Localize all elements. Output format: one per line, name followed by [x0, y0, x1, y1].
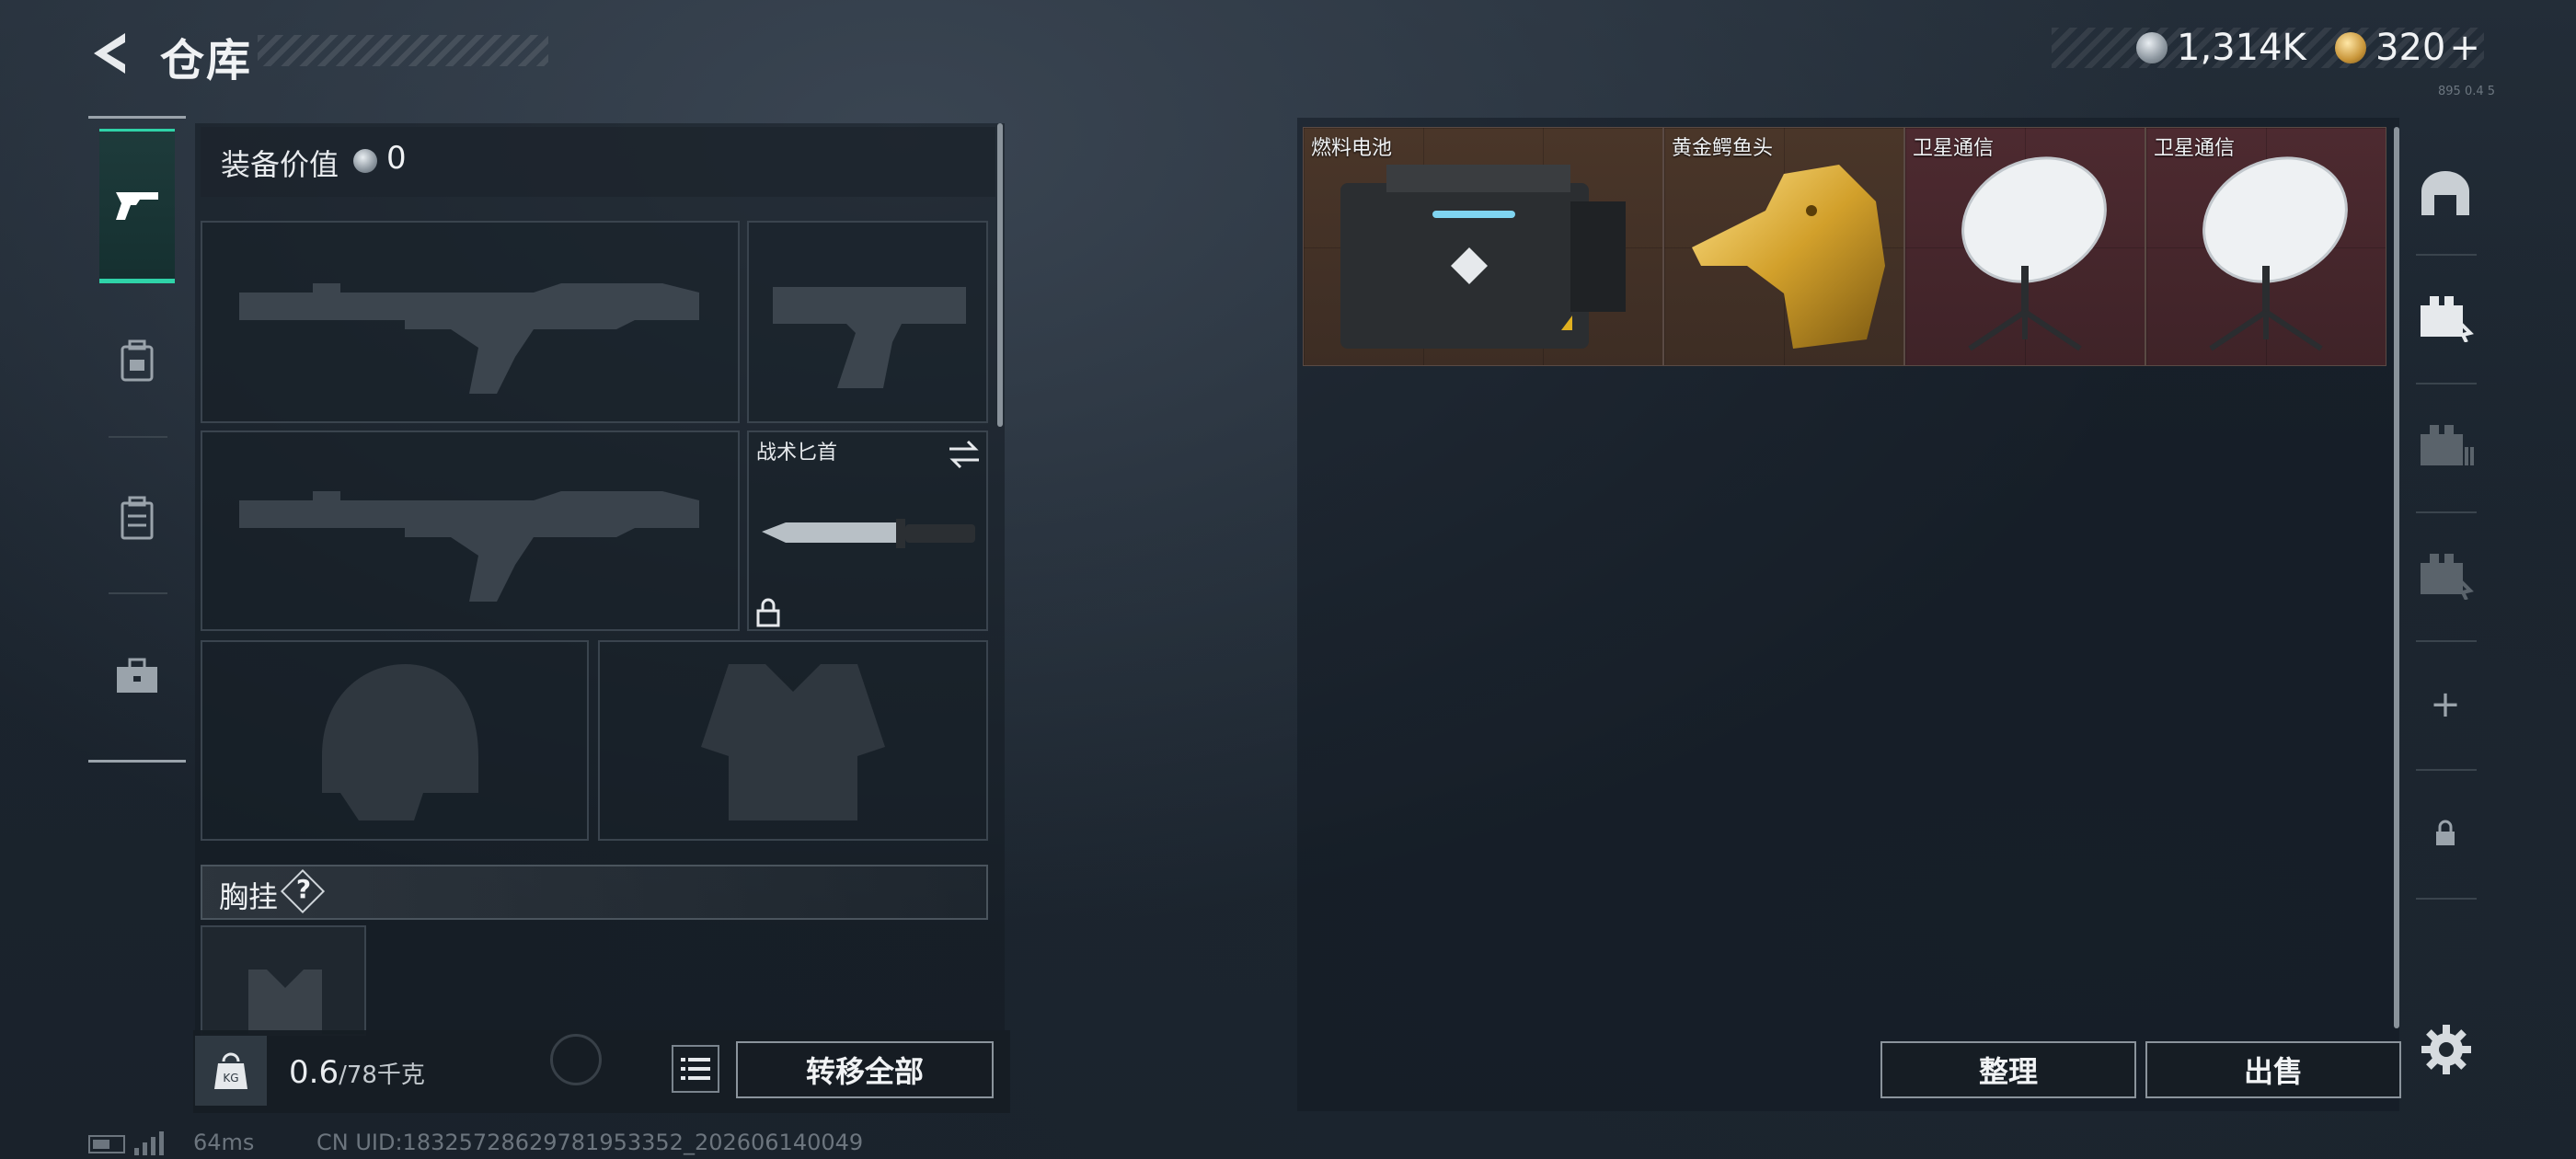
- assault-rifle-silhouette-icon: [239, 491, 699, 602]
- side-divider: [2416, 769, 2477, 771]
- storage-item[interactable]: 卫星通信: [1904, 127, 2145, 366]
- side-divider: [2416, 511, 2477, 513]
- side-divider: [2416, 254, 2477, 256]
- storage-tab-3-icon: [2421, 425, 2474, 465]
- category-backpack[interactable]: [99, 480, 175, 556]
- storage-tab-4[interactable]: [2412, 541, 2478, 607]
- gold-plus: +: [2449, 27, 2480, 69]
- body-armor-silhouette-icon: [701, 664, 885, 820]
- pistol-icon: [116, 192, 158, 220]
- pistol-silhouette-icon: [773, 287, 966, 388]
- helmet-slot[interactable]: [201, 640, 589, 841]
- storage-tab-2-icon: [2421, 296, 2474, 342]
- category-divider: [109, 592, 167, 594]
- category-divider: [109, 436, 167, 438]
- silver-amount: 1,314K: [2177, 27, 2306, 69]
- page-title: 仓库: [160, 35, 253, 86]
- gear-icon: [2421, 1025, 2471, 1074]
- rail-top-line: [88, 116, 186, 119]
- storage-item[interactable]: 黄金鳄鱼头: [1663, 127, 1904, 366]
- chest-rig-label: 胸挂: [219, 879, 279, 914]
- pistol-slot[interactable]: [747, 221, 988, 423]
- satellite-dish-icon: [2202, 156, 2348, 351]
- storage-tab-2[interactable]: [2412, 283, 2478, 350]
- gold-currency[interactable]: 320 +: [2335, 27, 2480, 69]
- sort-button[interactable]: 整理: [1880, 1041, 2136, 1098]
- storage-tab-4-icon: [2421, 554, 2474, 600]
- ping-text: 64ms: [193, 1130, 255, 1155]
- storage-arch-icon: [2421, 171, 2469, 215]
- back-arrow-icon: [94, 33, 125, 74]
- move-all-button[interactable]: 转移全部: [736, 1041, 994, 1098]
- equipment-value-label: 装备价值: [221, 147, 339, 182]
- assault-rifle-silhouette-icon: [239, 283, 699, 394]
- melee-name: 战术匕首: [756, 442, 838, 465]
- chest-rig-silhouette-icon: [248, 970, 322, 1034]
- fuel-battery-icon: [1340, 165, 1626, 349]
- category-weapons[interactable]: [99, 129, 175, 283]
- sell-button[interactable]: 出售: [2145, 1041, 2401, 1098]
- title-stripe: [258, 35, 548, 66]
- equipment-scrollbar[interactable]: [997, 123, 1003, 427]
- rail-bottom-line: [88, 760, 186, 763]
- storage-tab-3[interactable]: [2412, 412, 2478, 478]
- tactical-knife-icon: [762, 519, 975, 548]
- weight-current: 0.6: [289, 1054, 339, 1091]
- gold-coin-icon: [2335, 32, 2366, 63]
- category-armor[interactable]: [99, 324, 175, 399]
- backpack-icon: [121, 496, 154, 540]
- golden-crocodile-head-icon: [1692, 165, 1885, 349]
- weight-badge: KG: [195, 1036, 267, 1106]
- ring-decoration: [550, 1034, 602, 1085]
- add-storage-button[interactable]: +: [2412, 671, 2478, 738]
- toolbox-icon: [117, 658, 157, 693]
- list-icon: [681, 1058, 710, 1080]
- body-armor-slot[interactable]: [598, 640, 988, 841]
- help-icon: ?: [295, 874, 312, 904]
- equipment-value: 0: [386, 140, 407, 177]
- armor-icon: [121, 339, 154, 382]
- storage-item[interactable]: 燃料电池: [1303, 127, 1663, 366]
- storage-scrollbar[interactable]: [2394, 127, 2399, 1028]
- battery-icon: [88, 1135, 125, 1153]
- weight-icon: KG: [214, 1052, 247, 1089]
- satellite-dish-icon: [1961, 156, 2107, 351]
- signal-icon: [134, 1131, 164, 1155]
- settings-button[interactable]: [2418, 1021, 2475, 1078]
- side-divider: [2416, 640, 2477, 642]
- storage-item[interactable]: 卫星通信: [2145, 127, 2386, 366]
- side-divider: [2416, 383, 2477, 384]
- storage-tab-main[interactable]: [2412, 160, 2478, 226]
- lock-icon: [2436, 820, 2455, 845]
- silver-currency: 1,314K: [2136, 27, 2306, 69]
- silver-coin-icon: [2136, 32, 2168, 63]
- primary-weapon-slot[interactable]: [201, 221, 740, 423]
- gold-amount: 320: [2375, 27, 2446, 69]
- chest-rig-slot[interactable]: [201, 925, 366, 1036]
- helmet-silhouette-icon: [322, 664, 478, 820]
- side-divider: [2416, 898, 2477, 900]
- lock-icon: [756, 598, 780, 627]
- back-button[interactable]: [85, 28, 136, 79]
- category-toolbox[interactable]: [99, 638, 175, 714]
- weight-readout: 0.6/78千克: [289, 1054, 425, 1091]
- weight-max: /78千克: [339, 1061, 425, 1089]
- svg-text:KG: KG: [223, 1072, 238, 1084]
- secondary-weapon-slot[interactable]: [201, 430, 740, 631]
- locked-storage-tab[interactable]: [2412, 800, 2478, 866]
- uid-text: CN UID:18325728629781953352_202606140049: [316, 1130, 864, 1155]
- swap-icon[interactable]: [946, 438, 983, 471]
- melee-slot[interactable]: 战术匕首: [747, 430, 988, 631]
- list-view-button[interactable]: [672, 1045, 719, 1093]
- version-text: 895 0.4 5: [2438, 85, 2496, 98]
- silver-coin-icon: [353, 149, 377, 173]
